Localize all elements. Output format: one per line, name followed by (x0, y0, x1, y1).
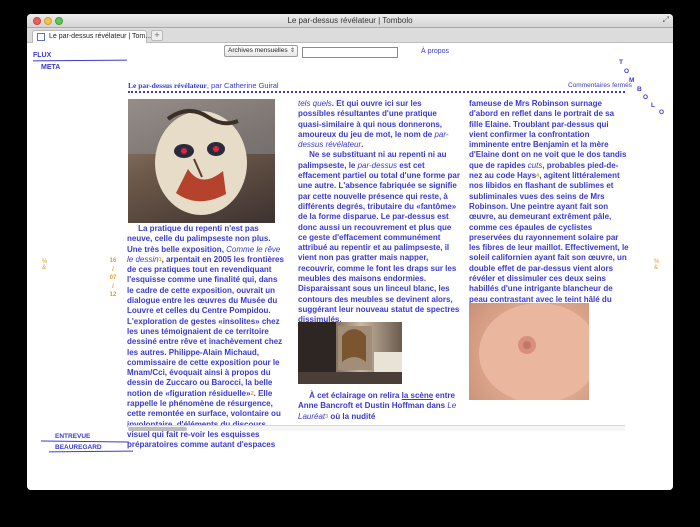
tab-bar: Le par-dessus révélateur | Tom... + (27, 28, 673, 43)
article-column-1: La pratique du repenti n'est pas neuve, … (127, 224, 285, 451)
chevron-updown-icon: ⇕ (289, 48, 295, 54)
scrollbar-thumb[interactable] (128, 427, 187, 431)
text-emphasis: tels quels (298, 99, 332, 108)
comments-status: Commentaires fermés (568, 82, 632, 89)
byline-prefix: , par (206, 81, 224, 90)
fullscreen-icon[interactable]: ⤢ (663, 15, 669, 25)
nav-link-apropos[interactable]: À propos (421, 48, 449, 55)
post-title[interactable]: Le par-dessus révélateur (128, 81, 207, 90)
window-title: Le par-dessus révélateur | Tombolo (287, 16, 413, 25)
closeup-image (469, 303, 589, 400)
date-separator: / (112, 283, 114, 290)
text-emphasis: par-dessus (357, 160, 398, 170)
article-column-2-continued: À cet éclairage on relira la scène entre… (298, 391, 460, 422)
title-bar: Le par-dessus révélateur | Tombolo ⤢ (27, 14, 673, 28)
text-emphasis: cuts (527, 160, 543, 170)
search-input[interactable] (302, 47, 398, 58)
tab-active[interactable]: Le par-dessus révélateur | Tom... (32, 30, 151, 43)
text-run: . (361, 140, 364, 150)
nav-link-meta[interactable]: META (41, 64, 60, 71)
nav-link-beauregard[interactable]: BEAUREGARD (55, 444, 102, 451)
archive-select-value: Archives mensuelles (228, 47, 288, 54)
text-run: où la nudité (328, 411, 376, 421)
page-content: FLUX META Archives mensuelles ⇕ À propos… (27, 43, 673, 490)
post-date: 16 / 07 / 12 (106, 257, 120, 300)
horizontal-scrollbar[interactable] (128, 425, 625, 431)
text-run: À cet éclairage on relira (309, 391, 402, 400)
next-post-icon[interactable]: % & (654, 259, 659, 271)
text-run: est cet effacement partiel ou total d'un… (298, 160, 460, 325)
painting-image (128, 99, 275, 223)
nav-link-flux[interactable]: FLUX (33, 52, 51, 59)
date-day: 16 (109, 258, 117, 264)
text-run: , agitent littéralement nos libidos en f… (469, 171, 629, 314)
date-year: 12 (109, 292, 117, 298)
date-separator: / (112, 266, 114, 273)
text-run: fameuse de Mrs Robinson surnage d'abord … (469, 99, 627, 170)
archive-select[interactable]: Archives mensuelles ⇕ (224, 45, 298, 57)
nav-divider (40, 440, 130, 443)
logo-letter: O (659, 109, 665, 116)
nav-divider (48, 450, 134, 453)
logo-letter: B (637, 86, 642, 93)
logo-letter: O (624, 68, 630, 75)
tab-favicon-icon (37, 33, 45, 41)
post-author[interactable]: Catherine Guiral (224, 81, 279, 90)
header-divider (128, 91, 625, 93)
article-column-2: tels quels. Et qui ouvre ici sur les pos… (298, 99, 460, 326)
link-scene[interactable]: la scène (402, 391, 434, 400)
film-still-image (298, 322, 402, 384)
browser-window: Le par-dessus révélateur | Tombolo ⤢ Le … (27, 14, 673, 490)
nav-link-entrevue[interactable]: ENTREVUE (55, 433, 90, 440)
tab-label: Le par-dessus révélateur | Tom... (49, 33, 152, 40)
logo-letter: T (619, 59, 623, 66)
post-byline: Le par-dessus révélateur, par Catherine … (128, 81, 279, 90)
article-column-3: fameuse de Mrs Robinson surnage d'abord … (469, 99, 629, 315)
logo-letter: O (643, 94, 649, 101)
logo-letter: L (651, 102, 655, 109)
text-run: , arpentait en 2005 les frontières de ce… (127, 254, 284, 398)
date-month: 07 (109, 275, 117, 281)
nav-divider (32, 59, 128, 62)
new-tab-button[interactable]: + (151, 30, 163, 41)
prev-post-icon[interactable]: % & (42, 259, 47, 271)
